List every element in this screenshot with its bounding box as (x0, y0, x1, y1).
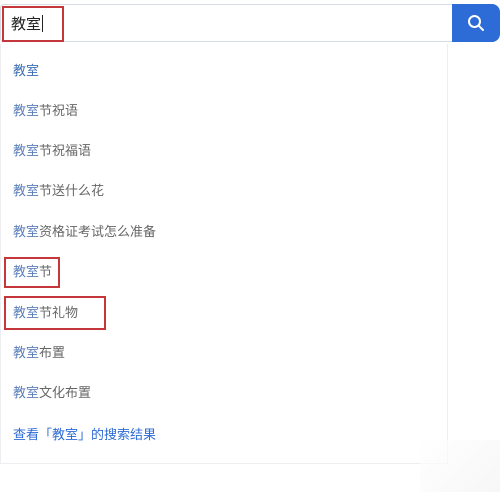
search-icon (468, 15, 484, 31)
search-button[interactable] (452, 4, 500, 42)
suggestion-item[interactable]: 教室节礼物 (13, 304, 78, 324)
search-bar: 教室 (0, 4, 500, 44)
suggestion-item[interactable]: 教室节送什么花 (13, 182, 104, 202)
suggestion-item[interactable]: 教室布置 (13, 344, 65, 364)
suggestion-item[interactable]: 教室资格证考试怎么准备 (13, 223, 156, 243)
text-caret (42, 15, 44, 32)
search-input[interactable]: 教室 (0, 4, 452, 42)
view-all-results-link[interactable]: 查看「教室」的搜索结果 (13, 426, 156, 446)
suggestion-item[interactable]: 教室文化布置 (13, 384, 91, 404)
suggestion-item[interactable]: 教室 (13, 62, 39, 82)
suggestion-item[interactable]: 教室节 (13, 263, 52, 283)
search-input-value: 教室 (11, 15, 44, 33)
suggestion-item[interactable]: 教室节祝语 (13, 102, 78, 122)
suggestion-item[interactable]: 教室节祝福语 (13, 142, 91, 162)
background-fade (420, 440, 500, 492)
